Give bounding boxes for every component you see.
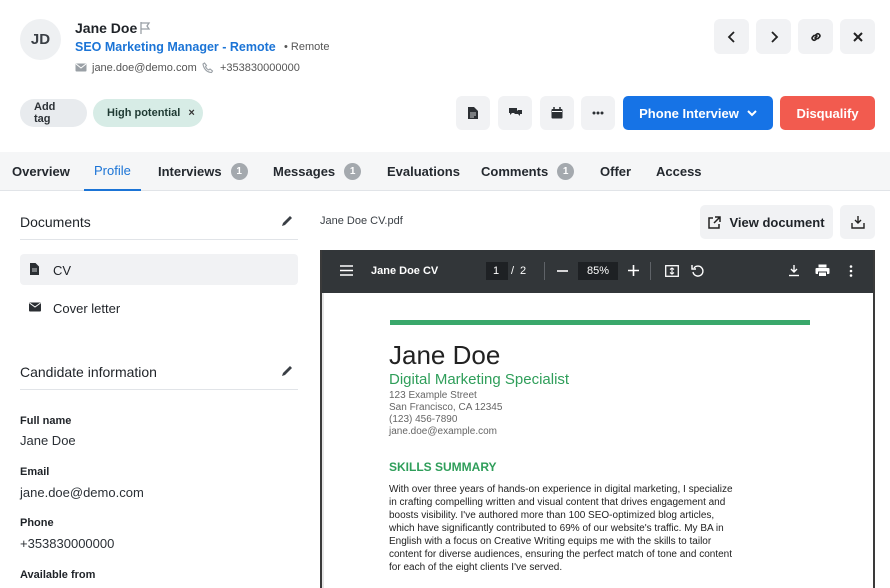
cv-name: Jane Doe xyxy=(389,340,501,370)
field-value-full-name: Jane Doe xyxy=(20,433,76,448)
field-label-available-from: Available from xyxy=(20,569,96,581)
edit-candidate-info-button[interactable] xyxy=(281,364,294,377)
candidate-name: Jane Doe xyxy=(75,20,138,36)
tab-interviews[interactable]: Interviews 1 xyxy=(158,152,248,191)
rotate-icon[interactable] xyxy=(691,264,705,278)
field-label-phone: Phone xyxy=(20,517,54,529)
file-icon xyxy=(468,107,478,119)
tab-messages[interactable]: Messages 1 xyxy=(273,152,362,191)
page-separator: / xyxy=(511,265,515,277)
copy-link-button[interactable] xyxy=(798,19,833,54)
stage-label: Phone Interview xyxy=(639,105,739,121)
zoom-out-icon[interactable] xyxy=(557,270,568,272)
chat-icon xyxy=(508,108,522,116)
external-link-icon xyxy=(708,215,722,229)
candidate-info-title: Candidate information xyxy=(20,364,157,380)
divider xyxy=(20,239,298,240)
document-action-button[interactable] xyxy=(456,96,490,130)
print-icon[interactable] xyxy=(815,264,830,277)
file-name: Jane Doe CV.pdf xyxy=(320,215,403,227)
zoom-level: 85% xyxy=(587,265,610,277)
field-label-full-name: Full name xyxy=(20,415,72,427)
cv-skills-heading: SKILLS SUMMARY xyxy=(389,460,497,474)
chevron-right-icon xyxy=(770,30,778,43)
tab-access[interactable]: Access xyxy=(656,152,702,191)
divider xyxy=(544,262,545,280)
cv-address-line: San Francisco, CA 12345 xyxy=(389,402,503,413)
page-number-input[interactable]: 1 xyxy=(486,262,508,280)
envelope-icon xyxy=(29,302,41,312)
count-badge: 1 xyxy=(230,163,248,180)
pdf-page: Jane Doe Digital Marketing Specialist 12… xyxy=(324,293,873,588)
link-icon xyxy=(810,32,821,41)
field-value-email: jane.doe@demo.com xyxy=(20,485,144,500)
tag-high-potential: High potential × xyxy=(93,99,203,127)
cv-phone: (123) 456-7890 xyxy=(389,414,458,425)
pdf-download-icon[interactable] xyxy=(788,264,800,277)
mail-icon xyxy=(75,63,87,72)
chevron-left-icon xyxy=(727,30,735,43)
tag-label: High potential xyxy=(107,107,181,119)
next-candidate-button[interactable] xyxy=(756,19,791,54)
add-tag-button[interactable]: Add tag xyxy=(20,99,87,127)
divider xyxy=(20,389,298,390)
divider xyxy=(650,262,651,280)
view-document-label: View document xyxy=(729,214,825,230)
candidate-email[interactable]: jane.doe@demo.com xyxy=(92,62,197,74)
more-vert-icon[interactable] xyxy=(849,265,853,277)
message-action-button[interactable] xyxy=(498,96,532,130)
pdf-viewer[interactable]: Jane Doe CV 1 / 2 85% Jane Doe Digital M… xyxy=(320,250,875,588)
tab-profile[interactable]: Profile xyxy=(84,152,141,191)
job-location: • Remote xyxy=(284,41,330,53)
count-badge: 1 xyxy=(557,163,575,180)
job-title-link[interactable]: SEO Marketing Manager - Remote xyxy=(75,40,276,54)
current-page: 1 xyxy=(493,265,500,277)
previous-candidate-button[interactable] xyxy=(714,19,749,54)
cv-email: jane.doe@example.com xyxy=(389,426,497,437)
fit-page-icon[interactable] xyxy=(665,265,679,277)
zoom-input[interactable]: 85% xyxy=(578,262,618,280)
documents-title: Documents xyxy=(20,214,91,230)
accent-bar xyxy=(390,320,810,325)
tab-bar: Overview Profile Interviews 1 Messages 1 E… xyxy=(0,152,890,191)
calendar-icon xyxy=(551,107,563,119)
schedule-action-button[interactable] xyxy=(540,96,574,130)
more-icon xyxy=(592,111,604,115)
more-actions-button[interactable] xyxy=(581,96,615,130)
view-document-button[interactable]: View document xyxy=(700,205,833,239)
pencil-icon xyxy=(282,216,292,226)
pdf-title: Jane Doe CV xyxy=(371,265,439,277)
pencil-icon xyxy=(282,366,292,376)
cv-role: Digital Marketing Specialist xyxy=(389,371,570,388)
disqualify-button[interactable]: Disqualify xyxy=(780,96,875,130)
document-label-cover-letter[interactable]: Cover letter xyxy=(53,301,120,316)
edit-documents-button[interactable] xyxy=(281,214,294,227)
tab-overview[interactable]: Overview xyxy=(12,152,70,191)
stage-dropdown-button[interactable]: Phone Interview xyxy=(623,96,773,130)
avatar: JD xyxy=(20,19,61,60)
tab-evaluations[interactable]: Evaluations xyxy=(387,152,460,191)
chevron-down-icon xyxy=(747,109,757,116)
menu-icon[interactable] xyxy=(340,265,353,276)
phone-icon xyxy=(202,62,214,74)
zoom-in-icon[interactable] xyxy=(628,265,639,276)
document-label-cv[interactable]: CV xyxy=(53,263,71,278)
candidate-phone[interactable]: +353830000000 xyxy=(220,62,300,74)
close-button[interactable] xyxy=(840,19,875,54)
tab-comments[interactable]: Comments 1 xyxy=(481,152,575,191)
tab-offer[interactable]: Offer xyxy=(600,152,631,191)
flag-icon[interactable] xyxy=(139,21,153,35)
field-label-email: Email xyxy=(20,466,50,478)
page-total: 2 xyxy=(520,265,527,277)
field-value-phone: +353830000000 xyxy=(20,536,115,551)
download-button[interactable] xyxy=(840,205,875,239)
cv-address-line: 123 Example Street xyxy=(389,390,477,401)
remove-tag-icon[interactable]: × xyxy=(188,107,194,119)
close-icon xyxy=(852,31,863,42)
file-icon xyxy=(30,263,39,275)
count-badge: 1 xyxy=(344,163,362,180)
pdf-toolbar: Jane Doe CV 1 / 2 85% xyxy=(322,250,873,293)
cv-skills-body: With over three years of hands-on experi… xyxy=(389,484,733,573)
download-icon xyxy=(850,216,865,229)
